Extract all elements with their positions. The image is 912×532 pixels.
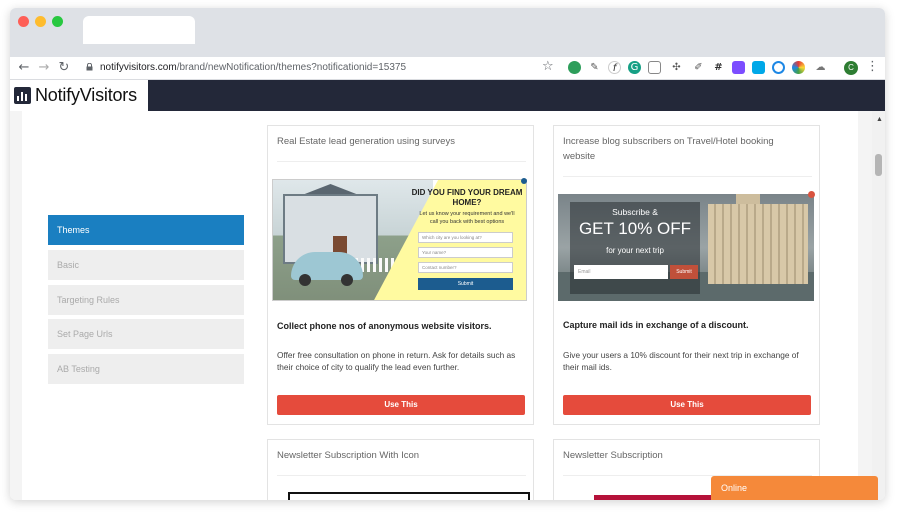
car-wheel <box>341 274 353 286</box>
card-divider <box>277 161 526 162</box>
move-extension-icon[interactable]: ✣ <box>670 61 683 74</box>
bookmark-star-icon[interactable]: ☆ <box>542 59 554 74</box>
scrollbar[interactable] <box>872 111 885 500</box>
car-wheel <box>299 274 311 286</box>
popup-field-contact: Contact number? <box>418 262 513 273</box>
popup-field-name: Your name? <box>418 247 513 258</box>
color-extension-icon[interactable] <box>792 61 805 74</box>
page-background: Themes Basic Targeting Rules Set Page Ur… <box>10 111 885 500</box>
extension-icon[interactable] <box>568 61 581 74</box>
offer-line-3: for your next trip <box>606 246 664 255</box>
card-description: Give your users a 10% discount for their… <box>563 350 799 372</box>
logo[interactable]: NotifyVisitors <box>10 80 148 111</box>
popup-field-city: Which city are you looking at? <box>418 232 513 243</box>
offer-submit: Submit <box>670 265 698 279</box>
reload-icon[interactable]: ↻ <box>55 59 73 77</box>
theme-card-real-estate: Real Estate lead generation using survey… <box>267 125 534 425</box>
sidebar-item-themes[interactable]: Themes <box>48 215 244 245</box>
forward-arrow-icon[interactable]: → <box>35 59 53 77</box>
card-heading: Collect phone nos of anonymous website v… <box>277 321 492 331</box>
theme-preview-newsletter-icon <box>288 492 530 500</box>
card-divider <box>563 176 812 177</box>
popup-subtitle: Let us know your requirement and we'll c… <box>419 211 515 225</box>
pen-extension-icon[interactable]: ✐ <box>692 61 705 74</box>
main-content: Themes Basic Targeting Rules Set Page Ur… <box>22 111 858 500</box>
purple-extension-icon[interactable] <box>732 61 745 74</box>
circle-extension-icon[interactable] <box>772 61 785 74</box>
popup-close-icon <box>808 191 815 198</box>
formula-extension-icon[interactable]: f <box>608 61 621 74</box>
sidebar-item-ab-testing[interactable]: AB Testing <box>48 354 244 384</box>
theme-card-travel: Increase blog subscribers on Travel/Hote… <box>553 125 820 425</box>
offer-line-1: Subscribe & <box>612 207 658 217</box>
logo-text: NotifyVisitors <box>35 85 137 105</box>
offer-email-field: Email <box>574 265 668 279</box>
popup-title: DID YOU FIND YOUR DREAM HOME? <box>411 188 523 207</box>
profile-avatar[interactable]: C <box>844 61 858 75</box>
sidebar-item-basic[interactable]: Basic <box>48 250 244 280</box>
minimize-window-button[interactable] <box>35 16 46 27</box>
theme-preview-real-estate: DID YOU FIND YOUR DREAM HOME? Let us kno… <box>272 179 527 301</box>
browser-menu-icon[interactable]: ⋮ <box>866 59 879 74</box>
chat-widget-online[interactable]: Online <box>711 476 878 500</box>
card-title: Increase blog subscribers on Travel/Hote… <box>563 136 774 162</box>
hash-extension-icon[interactable]: # <box>712 61 725 74</box>
close-window-button[interactable] <box>18 16 29 27</box>
sidebar-item-targeting-rules[interactable]: Targeting Rules <box>48 285 244 315</box>
tab-strip <box>10 8 885 57</box>
hotel-building <box>708 204 808 284</box>
offer-line-2: GET 10% OFF <box>578 219 692 238</box>
popup-close-icon <box>521 178 527 184</box>
logo-chart-icon <box>14 87 31 104</box>
eyedropper-extension-icon[interactable]: ✎ <box>588 61 601 74</box>
card-heading: Capture mail ids in exchange of a discou… <box>563 320 749 330</box>
use-this-button[interactable]: Use This <box>563 395 811 415</box>
screenshot-extension-icon[interactable] <box>648 61 661 74</box>
lock-icon <box>86 63 93 71</box>
scrollbar-thumb[interactable] <box>875 154 882 176</box>
theme-card-newsletter-icon: Newsletter Subscription With Icon <box>267 439 534 500</box>
browser-tab[interactable] <box>83 16 195 44</box>
card-title: Newsletter Subscription With Icon <box>277 450 420 461</box>
back-arrow-icon[interactable]: ← <box>15 59 33 77</box>
cloud-extension-icon[interactable]: ☁ <box>814 61 827 74</box>
maximize-window-button[interactable] <box>52 16 63 27</box>
address-bar[interactable]: notifyvisitors.com/brand/newNotification… <box>100 62 406 73</box>
use-this-button[interactable]: Use This <box>277 395 525 415</box>
browser-window: ← → ↻ notifyvisitors.com/brand/newNotifi… <box>10 8 885 500</box>
grammarly-extension-icon[interactable]: G <box>628 61 641 74</box>
card-title: Real Estate lead generation using survey… <box>277 136 455 147</box>
sidebar-item-set-page-urls[interactable]: Set Page Urls <box>48 319 244 349</box>
copy-extension-icon[interactable] <box>752 61 765 74</box>
theme-preview-travel: Subscribe & GET 10% OFF for your next tr… <box>558 194 814 301</box>
card-description: Offer free consultation on phone in retu… <box>277 350 516 372</box>
popup-submit: Submit <box>418 278 513 290</box>
browser-toolbar: ← → ↻ notifyvisitors.com/brand/newNotifi… <box>10 57 885 80</box>
app-header: NotifyVisitors <box>10 80 885 111</box>
scroll-up-arrow-icon[interactable]: ▲ <box>876 116 883 123</box>
url-path: /brand/newNotification/themes?notificati… <box>176 62 407 73</box>
url-host: notifyvisitors.com <box>100 62 177 73</box>
card-divider <box>277 475 526 476</box>
card-title: Newsletter Subscription <box>563 450 663 461</box>
